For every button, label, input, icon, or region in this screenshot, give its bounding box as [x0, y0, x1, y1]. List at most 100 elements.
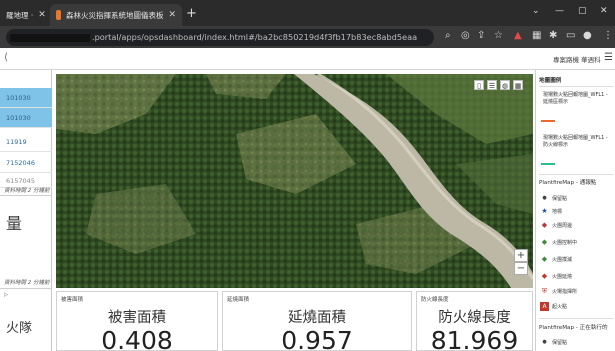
legend-item: ◆ 火團延燒: [540, 272, 572, 281]
layer-list-icon[interactable]: ☰: [487, 80, 497, 90]
maximize-button[interactable]: ▢: [578, 6, 587, 16]
point-icon: ●: [542, 195, 547, 201]
legend-layer-label: 現場數火點回報地圖_WFL1 - 防火線標示: [543, 135, 608, 148]
list-item[interactable]: 7152046: [0, 153, 52, 173]
legend-item-label: 火團周邊: [552, 223, 573, 229]
gallery-icon[interactable]: ▦: [513, 80, 523, 90]
card-caption: 防火線長度: [421, 297, 449, 303]
app-header: ⟨ 專案路機 華週科 ☰: [0, 48, 615, 70]
profile-avatar-icon[interactable]: ●: [583, 30, 592, 41]
bookmark-icon[interactable]: ▯: [474, 80, 484, 90]
data-time-note: 資料時間 2 分鐘前: [4, 188, 50, 194]
command-post-icon: ⛨: [541, 287, 548, 295]
legend-item: ⛨ 火場指揮所: [540, 287, 577, 296]
stat-card-spread-area: 延燒面積 延燒面積 0.957: [222, 291, 412, 351]
legend-item-label: 火場指揮所: [552, 289, 578, 295]
menu-icon[interactable]: ☰: [604, 52, 613, 63]
zoom-out-button[interactable]: −: [514, 262, 528, 275]
card-value: 81.969: [430, 326, 519, 351]
extension-icon[interactable]: ▦: [532, 30, 541, 41]
ignition-point-icon: A: [540, 302, 549, 311]
left-list-panel: 101030 101030 11919 7152046 6157045 資料時間…: [0, 70, 52, 351]
share-icon[interactable]: ⇪: [477, 30, 485, 41]
close-icon[interactable]: ✕: [168, 10, 176, 20]
minimize-button[interactable]: —: [555, 6, 564, 16]
legend-item: ◆ 火團周邊: [540, 221, 572, 230]
card-value: 0.957: [281, 326, 353, 351]
tab-title: 森林火災指揮系統地圖儀表板: [65, 10, 164, 20]
legend-item-label: 保留點: [552, 340, 568, 346]
indicator-heading: 量: [6, 214, 23, 233]
indicator-heading: 火隊: [6, 321, 33, 336]
extension-icon[interactable]: ▲: [514, 30, 522, 41]
legend-item: ● 保留點: [540, 338, 567, 347]
close-icon[interactable]: ✕: [38, 10, 46, 20]
list-item[interactable]: 101030: [0, 88, 52, 108]
fireline-swatch: [541, 163, 555, 165]
map-view[interactable]: ▯ ☰ ◍ ▦: [56, 74, 533, 288]
diamond-icon: ◆: [541, 221, 548, 229]
bookmark-star-icon[interactable]: ☆: [494, 30, 503, 41]
search-icon[interactable]: ⌕: [445, 30, 451, 41]
legend-section-title: PlantfireMap - 通報點: [539, 180, 597, 186]
stat-card-damage-area: 被害面積 被害面積 0.408: [56, 291, 218, 351]
legend-item-label: 火團控制中: [552, 240, 578, 246]
legend-item: ◆ 火團撲滅: [540, 255, 572, 264]
legend-item-label: 保留點: [552, 196, 568, 202]
legend-item: ◆ 火團控制中: [540, 238, 577, 247]
diamond-icon: ◆: [541, 238, 548, 246]
back-icon[interactable]: ⟨: [4, 52, 8, 63]
extensions-puzzle-icon[interactable]: ✱: [549, 30, 557, 41]
legend-item: ★ 地標: [540, 207, 562, 216]
play-icon[interactable]: ▷: [4, 292, 8, 298]
tab-title: 羅地理 ·: [6, 10, 34, 20]
site-favicon-icon: [56, 10, 61, 20]
card-caption: 被害面積: [61, 297, 84, 303]
divider: [0, 288, 52, 289]
eye-off-icon[interactable]: ◎: [461, 30, 470, 41]
more-menu-icon[interactable]: ⋮: [603, 30, 613, 41]
list-item[interactable]: 101030: [0, 108, 52, 128]
user-name[interactable]: 專案路機 華週科: [553, 54, 601, 64]
star-icon: ★: [541, 207, 548, 215]
divider: [0, 195, 52, 196]
address-bar-row: .portal/apps/opsdashboard/index.html#/ba…: [0, 26, 615, 48]
browser-tab-active[interactable]: 森林火災指揮系統地圖儀表板 ✕: [50, 4, 182, 26]
basemap-icon[interactable]: ◍: [500, 80, 510, 90]
divider: [539, 174, 613, 175]
address-bar[interactable]: .portal/apps/opsdashboard/index.html#/ba…: [6, 29, 434, 46]
legend-title: 地圖圖例: [539, 78, 562, 84]
legend-panel: 地圖圖例 現場數火點回報地圖_WFL1 - 延燒區標示 現場數火點回報地圖_WF…: [535, 70, 615, 351]
burn-area-swatch: [541, 120, 555, 122]
diamond-icon: ◆: [541, 255, 548, 263]
satellite-imagery: [56, 74, 533, 288]
card-caption: 延燒面積: [227, 297, 250, 303]
card-heading: 被害面積: [108, 310, 166, 326]
url-text: .portal/apps/opsdashboard/index.html#/ba…: [92, 32, 418, 42]
browser-tab-bar: 羅地理 · ✕ 森林火災指揮系統地圖儀表板 ✕ + ⌄ — ▢ ✕: [0, 0, 615, 26]
redacted-host: [10, 33, 90, 42]
card-heading: 防火線長度: [438, 310, 511, 326]
legend-item-label: 火團延燒: [552, 274, 573, 280]
legend-item-label: 地標: [552, 209, 563, 215]
new-tab-button[interactable]: +: [186, 6, 197, 21]
legend-item-label: 起火點: [552, 304, 568, 310]
legend-item-label: 火團撲滅: [552, 257, 573, 263]
list-item[interactable]: 11919: [0, 132, 52, 152]
divider: [539, 86, 613, 87]
close-window-button[interactable]: ✕: [600, 6, 608, 16]
browser-tab[interactable]: 羅地理 · ✕: [0, 4, 50, 26]
sidebar-icon[interactable]: ▭: [566, 30, 575, 41]
diamond-icon: ◆: [541, 272, 548, 280]
legend-layer-label: 現場數火點回報地圖_WFL1 - 延燒區標示: [543, 92, 608, 105]
point-icon: ●: [542, 339, 547, 345]
card-value: 0.408: [101, 326, 173, 351]
tab-search-icon[interactable]: ⌄: [532, 6, 540, 16]
legend-item: ● 保留點: [540, 194, 567, 203]
card-heading: 延燒面積: [288, 310, 346, 326]
divider: [539, 318, 613, 319]
legend-section-title: PlantfireMap - 正在執行的: [539, 325, 608, 331]
legend-item: A 起火點: [540, 302, 567, 311]
zoom-in-button[interactable]: +: [514, 249, 528, 262]
stat-card-fireline-length: 防火線長度 防火線長度 81.969: [416, 291, 533, 351]
